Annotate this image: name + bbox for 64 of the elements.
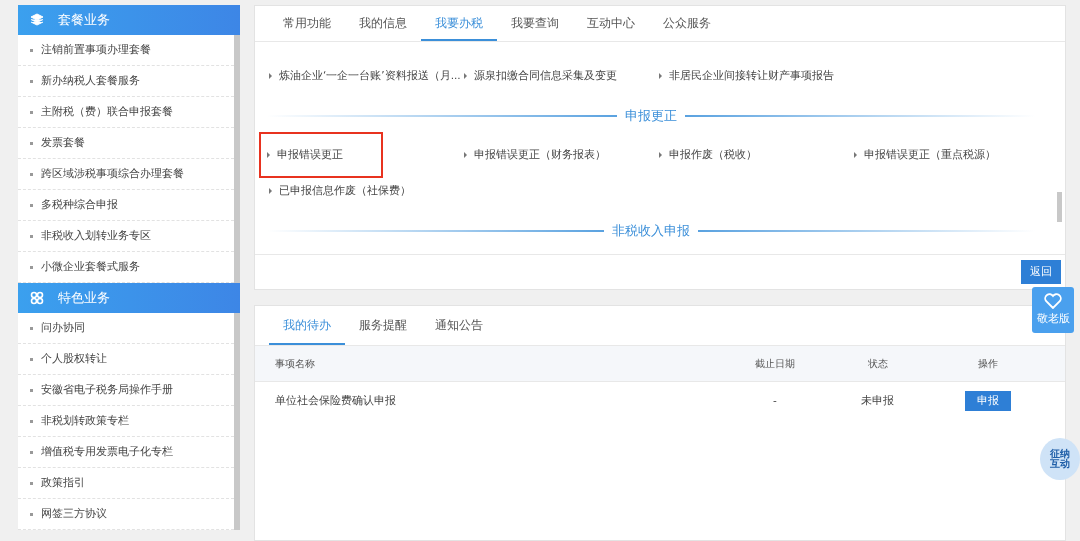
bullet-icon <box>30 512 33 516</box>
sidebar-item[interactable]: 增值税专用发票电子化专栏 <box>18 437 234 468</box>
sidebar-item[interactable]: 新办纳税人套餐服务 <box>18 66 234 97</box>
bullet-icon <box>30 110 33 114</box>
table-cell-text: 未申报 <box>860 393 895 409</box>
declare-button[interactable]: 申报 <box>964 391 1011 411</box>
bullet-icon <box>30 357 33 361</box>
sidebar-header-title: 特色业务 <box>58 289 110 308</box>
tab[interactable]: 公众服务 <box>649 6 725 41</box>
sidebar-item[interactable]: 非税收入划转业务专区 <box>18 221 234 252</box>
link[interactable]: 炼油企业‘一企一台账’资料报送（月... <box>267 66 463 86</box>
tab[interactable]: 我的信息 <box>345 6 421 41</box>
bullet-icon <box>30 450 33 454</box>
link[interactable]: 源泉扣缴合同信息采集及变更 <box>462 66 619 86</box>
table-cell-text: 单位社会保险费确认申报 <box>275 393 397 409</box>
bullet-icon <box>30 326 33 330</box>
layers-icon <box>30 13 44 27</box>
bullet-icon <box>30 481 33 485</box>
column-header: 状态 <box>866 357 889 371</box>
column-header: 操作 <box>976 357 999 371</box>
bullet-icon <box>30 234 33 238</box>
elder-mode-label: 敬老版 <box>1036 311 1070 327</box>
table-cell-text: - <box>772 393 778 409</box>
column-header: 事项名称 <box>275 357 316 371</box>
tab[interactable]: 服务提醒 <box>345 306 421 345</box>
sidebar-item[interactable]: 问办协同 <box>18 313 234 344</box>
heart-icon <box>1044 293 1062 310</box>
bullet-icon <box>30 203 33 207</box>
tab[interactable]: 我要查询 <box>497 6 573 41</box>
bullet-icon <box>30 388 33 392</box>
sidebar-item[interactable]: 安徽省电子税务局操作手册 <box>18 375 234 406</box>
sidebar-item[interactable]: 注销前置事项办理套餐 <box>18 35 234 66</box>
sidebar-item[interactable]: 跨区域涉税事项综合办理套餐 <box>18 159 234 190</box>
tab[interactable]: 通知公告 <box>421 306 497 345</box>
sidebar-item[interactable]: 个人股权转让 <box>18 344 234 375</box>
link[interactable]: 申报错误更正（重点税源） <box>852 145 998 165</box>
link[interactable]: 申报错误更正（财务报表） <box>462 145 608 165</box>
tab[interactable]: 常用功能 <box>269 6 345 41</box>
assistant-button[interactable]: 征纳互动 <box>1040 438 1080 480</box>
bullet-icon <box>30 48 33 52</box>
bullet-icon <box>30 141 33 145</box>
sidebar-item[interactable]: 网签三方协议 <box>18 499 234 530</box>
clover-icon <box>30 291 44 305</box>
bullet-icon <box>30 419 33 423</box>
link[interactable]: 申报作废（税收） <box>657 145 759 165</box>
sidebar-item[interactable]: 多税种综合申报 <box>18 190 234 221</box>
link[interactable]: 已申报信息作废（社保费） <box>267 181 413 201</box>
bullet-icon <box>30 265 33 269</box>
column-header: 截止日期 <box>754 357 796 371</box>
link[interactable]: 非居民企业间接转让财产事项报告 <box>657 66 836 86</box>
sidebar-item[interactable]: 主附税（费）联合申报套餐 <box>18 97 234 128</box>
tab[interactable]: 我要办税 <box>421 6 497 41</box>
section-heading: 申报更正 <box>625 106 677 125</box>
link[interactable]: 申报错误更正 <box>259 132 383 178</box>
bullet-icon <box>30 79 33 83</box>
sidebar-item[interactable]: 发票套餐 <box>18 128 234 159</box>
sidebar-header-title: 套餐业务 <box>58 11 110 30</box>
scrollbar-thumb[interactable] <box>1057 192 1062 222</box>
bullet-icon <box>30 172 33 176</box>
back-button[interactable]: 返回 <box>1021 260 1061 284</box>
sidebar-item[interactable]: 非税划转政策专栏 <box>18 406 234 437</box>
section-heading: 非税收入申报 <box>612 221 690 240</box>
sidebar-item[interactable]: 政策指引 <box>18 468 234 499</box>
tab[interactable]: 互动中心 <box>573 6 649 41</box>
